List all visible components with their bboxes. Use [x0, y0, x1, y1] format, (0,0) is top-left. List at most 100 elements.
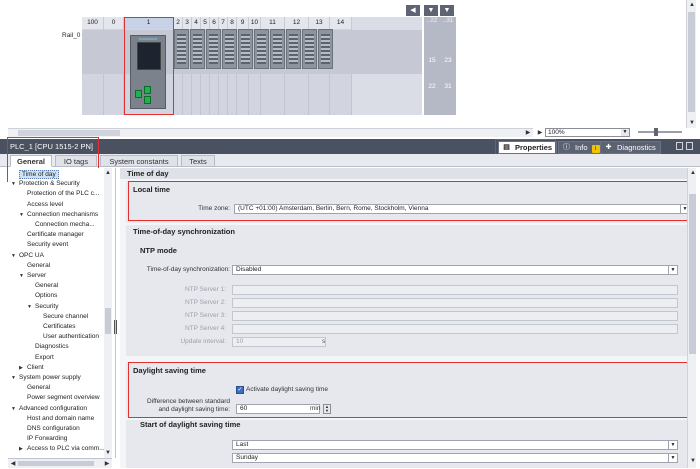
tree-item[interactable]: Security: [35, 303, 58, 310]
tree-item[interactable]: Power segment overview: [27, 394, 100, 401]
slot-header[interactable]: 14: [330, 17, 352, 29]
scroll-right-icon[interactable]: ▶: [102, 459, 112, 469]
io-module[interactable]: [302, 29, 317, 69]
scroll-up-icon[interactable]: ▲: [687, 0, 697, 10]
collapse-down-icon[interactable]: ▼: [424, 5, 438, 16]
tab-info[interactable]: ⓘ Info i: [558, 141, 605, 154]
scroll-up-icon[interactable]: ▲: [688, 168, 698, 178]
scrollbar-thumb[interactable]: [688, 12, 695, 112]
tree-vertical-scrollbar[interactable]: ▲ ▼: [104, 168, 112, 458]
tree-item[interactable]: Server: [27, 272, 46, 279]
panel-vertical-scrollbar[interactable]: ▲ ▼: [687, 168, 696, 468]
tree-collapse-icon[interactable]: ▼: [11, 406, 16, 412]
subtab-texts[interactable]: Texts: [181, 155, 215, 167]
io-module[interactable]: [238, 29, 253, 69]
tree-expand-icon[interactable]: ▶: [19, 365, 23, 371]
chevron-down-icon[interactable]: ▼: [668, 266, 677, 274]
slot-header[interactable]: 0: [104, 17, 124, 29]
dst-start-day-dropdown[interactable]: Sunday ▼: [232, 453, 678, 463]
scroll-right-icon[interactable]: ▶: [523, 128, 533, 138]
tree-collapse-icon[interactable]: ▼: [19, 212, 24, 218]
tree-item[interactable]: Protection & Security: [19, 180, 80, 187]
navigation-tree[interactable]: Time of day ▼ Protection & Security Protect…: [8, 168, 116, 458]
scroll-left-icon[interactable]: ◀: [8, 459, 18, 469]
slot-header[interactable]: 5: [201, 17, 210, 29]
tree-item[interactable]: Access to PLC via comm...: [27, 445, 105, 452]
tab-diagnostics[interactable]: ✚ Diagnostics: [600, 141, 661, 154]
slot-header[interactable]: 100: [82, 17, 104, 29]
scroll-down-icon[interactable]: ▼: [688, 456, 698, 466]
io-module[interactable]: [206, 29, 221, 69]
scroll-right-icon[interactable]: ▶: [535, 128, 545, 138]
slot-header[interactable]: 11: [261, 17, 285, 29]
tree-item[interactable]: Diagnostics: [35, 343, 69, 350]
tree-item[interactable]: Options: [35, 292, 57, 299]
tree-expand-icon[interactable]: ▶: [19, 446, 23, 452]
tree-item[interactable]: Host and domain name: [27, 415, 94, 422]
scrollbar-thumb[interactable]: [18, 461, 94, 466]
slot-header[interactable]: 6: [210, 17, 219, 29]
tree-item[interactable]: General: [27, 262, 50, 269]
tree-item[interactable]: Advanced configuration: [19, 405, 87, 412]
slot-header[interactable]: 9: [237, 17, 249, 29]
scrollbar-thumb[interactable]: [689, 194, 696, 354]
dst-start-week-dropdown[interactable]: Last ▼: [232, 440, 678, 450]
chevron-down-icon[interactable]: ▼: [621, 129, 629, 136]
slot-header[interactable]: 3: [183, 17, 192, 29]
scroll-down-icon[interactable]: ▼: [687, 118, 697, 128]
zoom-slider[interactable]: [638, 128, 682, 136]
tree-item[interactable]: Protection of the PLC c...: [27, 190, 99, 197]
tree-item[interactable]: Connection mechanisms: [27, 211, 98, 218]
scrollbar-thumb[interactable]: [105, 308, 111, 334]
tree-collapse-icon[interactable]: ▼: [19, 273, 24, 279]
tree-horizontal-scrollbar[interactable]: ◀ ▶: [8, 458, 112, 468]
io-module[interactable]: [318, 29, 333, 69]
zoom-select[interactable]: 100% ▼: [545, 128, 630, 137]
scroll-up-icon[interactable]: ▲: [103, 168, 113, 178]
restore-window-icon[interactable]: [676, 142, 683, 150]
tree-item[interactable]: User authentication: [43, 333, 99, 340]
io-module[interactable]: [222, 29, 237, 69]
io-module[interactable]: [270, 29, 285, 69]
device-view[interactable]: 100 0 1 2 3 4 5 6 7 8 9 10 11 12 13 14 Rail_0 ..22 15 2…: [0, 0, 700, 128]
slot-header[interactable]: 8: [228, 17, 237, 29]
slot-header[interactable]: 10: [249, 17, 261, 29]
device-view-horizontal-scrollbar[interactable]: ▶: [8, 128, 533, 137]
tree-item[interactable]: DNS configuration: [27, 425, 80, 432]
zoom-slider-thumb[interactable]: [654, 128, 658, 136]
slot-header[interactable]: 12: [285, 17, 309, 29]
tree-item[interactable]: Access level: [27, 201, 63, 208]
tree-item[interactable]: Time of day: [19, 170, 59, 179]
maximize-window-icon[interactable]: [686, 142, 693, 150]
panel-splitter-handle[interactable]: [114, 320, 117, 334]
tree-item[interactable]: General: [27, 384, 50, 391]
chevron-down-icon[interactable]: ▼: [668, 454, 677, 462]
tree-collapse-icon[interactable]: ▼: [11, 181, 16, 187]
io-module[interactable]: [286, 29, 301, 69]
tree-item[interactable]: Certificate manager: [27, 231, 84, 238]
scrollbar-thumb[interactable]: [18, 130, 120, 136]
tree-item[interactable]: Export: [35, 354, 54, 361]
tree-item[interactable]: Secure channel: [43, 313, 88, 320]
scroll-down-icon[interactable]: ▼: [103, 448, 113, 458]
tree-item[interactable]: Certificates: [43, 323, 76, 330]
io-module[interactable]: [254, 29, 269, 69]
tree-item[interactable]: OPC UA: [19, 252, 44, 259]
slot-header[interactable]: 13: [309, 17, 330, 29]
tree-collapse-icon[interactable]: ▼: [11, 375, 16, 381]
tree-item[interactable]: Security event: [27, 241, 68, 248]
slot-header[interactable]: 2: [174, 17, 183, 29]
scroll-left-icon[interactable]: ◀: [406, 5, 420, 16]
expand-down-icon[interactable]: ▼: [440, 5, 454, 16]
slot-header[interactable]: 7: [219, 17, 228, 29]
chevron-down-icon[interactable]: ▼: [668, 441, 677, 449]
sync-dropdown[interactable]: Disabled ▼: [232, 265, 678, 275]
tree-item[interactable]: Client: [27, 364, 44, 371]
tree-collapse-icon[interactable]: ▼: [11, 253, 16, 259]
slot-header[interactable]: 4: [192, 17, 201, 29]
tree-item[interactable]: IP Forwarding: [27, 435, 67, 442]
device-view-vertical-scrollbar[interactable]: ▲ ▼: [686, 0, 696, 128]
tree-item[interactable]: General: [35, 282, 58, 289]
io-module[interactable]: [190, 29, 205, 69]
tree-item[interactable]: Connection mecha...: [35, 221, 95, 228]
